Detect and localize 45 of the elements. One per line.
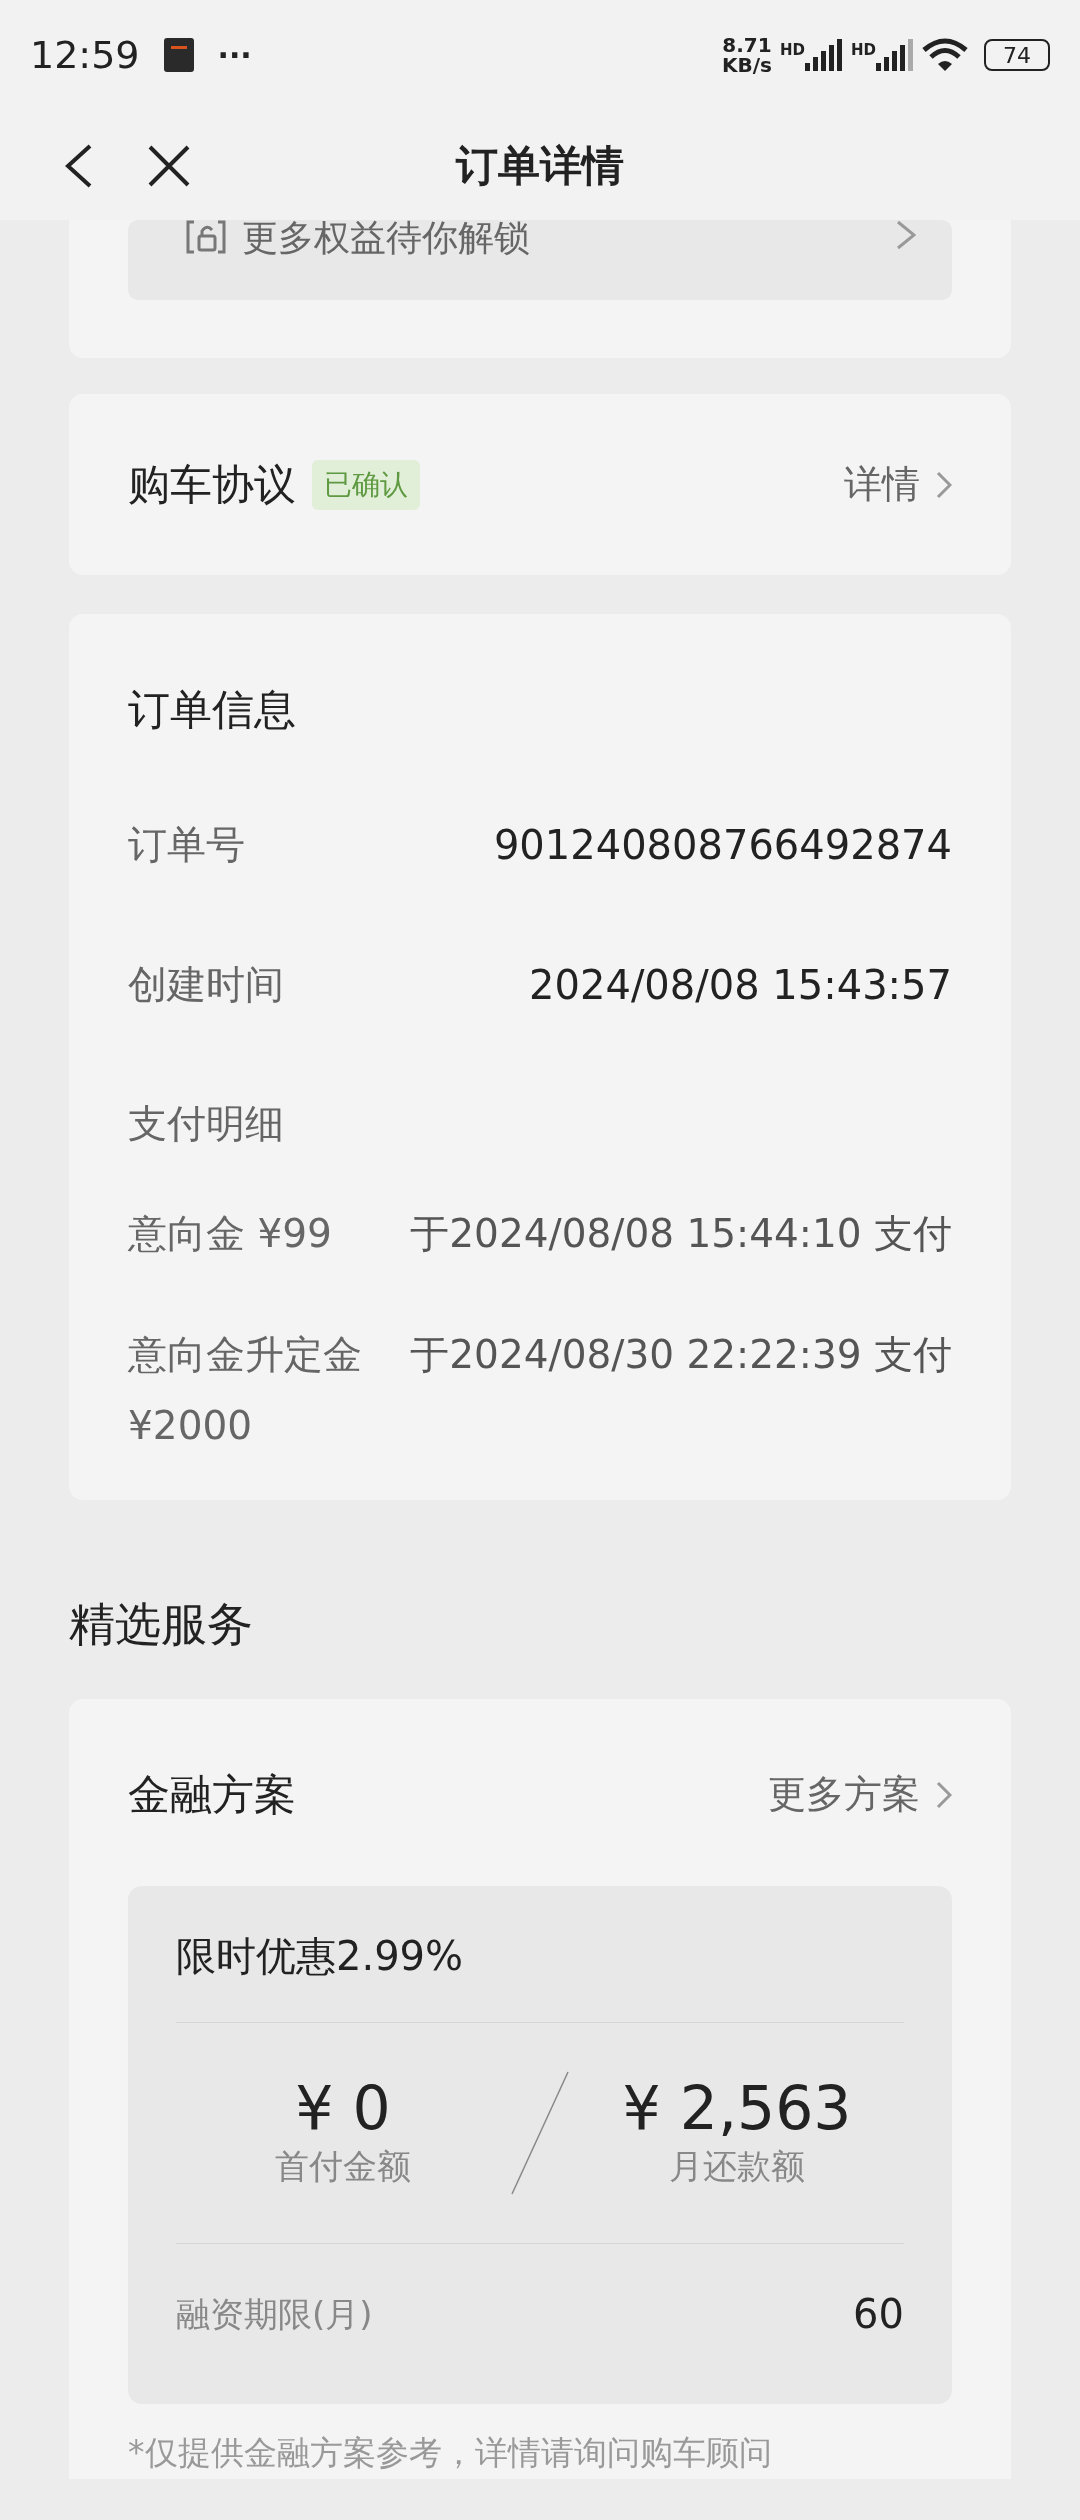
more-notifications: ···: [217, 36, 252, 75]
back-icon[interactable]: [64, 144, 92, 188]
payment-label: 意向金 ¥99: [128, 1209, 333, 1258]
network-type: HD: [851, 40, 876, 61]
network-type: HD: [779, 40, 805, 61]
amount-value: ¥ 2,563: [622, 2074, 852, 2141]
field-label: 支付明细: [128, 1100, 285, 1148]
field-label: 订单号: [128, 820, 245, 869]
signal-icon: [805, 39, 843, 71]
chevron-right-icon: [936, 470, 952, 499]
app-icon: [163, 38, 194, 72]
network-speed: 8.71: [722, 35, 772, 55]
term-value: 60: [853, 2290, 904, 2339]
details-link[interactable]: 详情: [844, 456, 920, 513]
benefits-row[interactable]: 更多权益待你解锁: [128, 220, 952, 300]
payment-time: 于2024/08/08 15:44:10 支付: [410, 1209, 952, 1258]
payment-label: 意向金升定金 ¥2000: [128, 1330, 363, 1450]
section-heading: 精选服务: [68, 1596, 254, 1653]
amount-label: 月还款额: [669, 2144, 805, 2188]
payment-time: 于2024/08/30 22:22:39 支付: [410, 1330, 952, 1379]
chevron-right-icon: [896, 220, 916, 250]
agreement-title: 购车协议: [128, 459, 296, 511]
more-plans-link[interactable]: 更多方案: [768, 1766, 920, 1823]
chevron-right-icon: [936, 1780, 952, 1809]
section-heading: 订单信息: [128, 684, 297, 736]
disclaimer-text: *仅提供金融方案参考，详情请询问购车顾问: [127, 2432, 773, 2474]
plan-title: 限时优惠2.99%: [175, 1932, 465, 1981]
term-label: 融资期限(月): [176, 2292, 373, 2336]
unlock-icon: [186, 220, 226, 254]
wifi-icon: [922, 38, 968, 72]
battery-indicator: 74: [984, 39, 1050, 71]
close-icon[interactable]: [148, 145, 190, 187]
agreement-card[interactable]: 购车协议 已确认 详情: [69, 394, 1011, 575]
benefits-label: 更多权益待你解锁: [242, 220, 530, 256]
section-heading: 金融方案: [128, 1769, 296, 1821]
amount-label: 首付金额: [275, 2144, 411, 2188]
clock-time: 12:59: [30, 31, 140, 79]
field-label: 创建时间: [128, 960, 284, 1009]
page-title: 订单详情: [456, 139, 624, 192]
network-speed: KB/s: [722, 55, 772, 75]
status-badge: 已确认: [312, 459, 420, 510]
field-value: 2024/08/08 15:43:57: [529, 961, 952, 1010]
amount-value: ¥ 0: [295, 2074, 391, 2141]
signal-icon: [876, 39, 914, 71]
field-value: 901240808766492874: [493, 821, 952, 870]
